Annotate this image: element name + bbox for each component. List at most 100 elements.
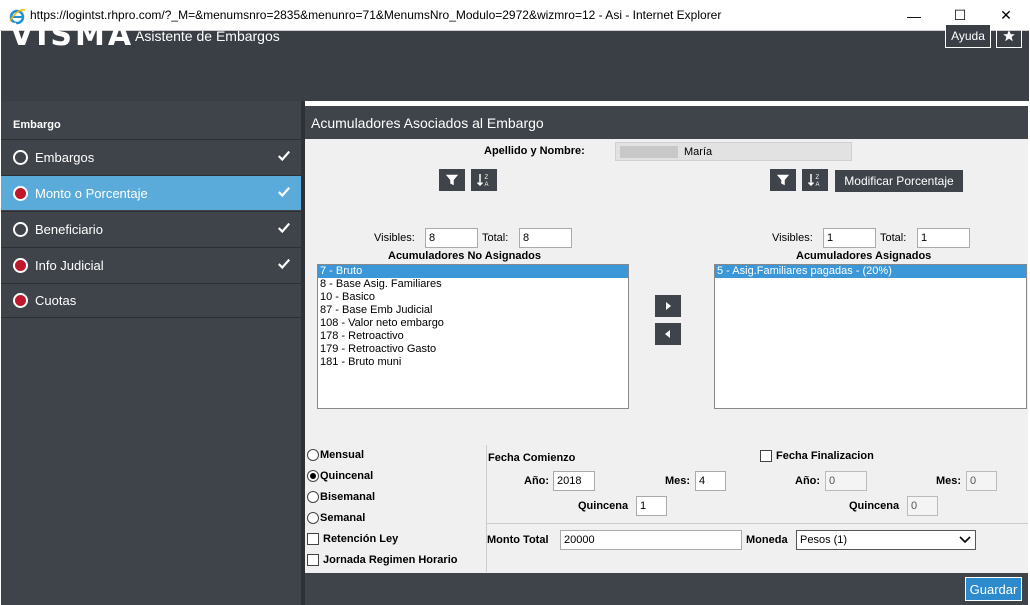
check-icon (277, 258, 291, 270)
start-month-label: Mes: (665, 475, 691, 487)
currency-label: Moneda (746, 534, 788, 546)
redacted-surname (620, 146, 678, 158)
start-year-input[interactable]: 2018 (553, 471, 595, 491)
minimize-button[interactable]: — (891, 0, 937, 31)
sort-za-icon: ZA (476, 174, 489, 188)
start-month-input[interactable]: 4 (695, 471, 726, 491)
list-item[interactable]: 108 - Valor neto embargo (318, 317, 628, 330)
name-value: María (684, 146, 713, 158)
favorite-button[interactable] (996, 24, 1022, 48)
app-title: Asistente de Embargos (135, 28, 280, 44)
sidebar-item-label: Beneficiario (35, 221, 103, 237)
filter-right-button[interactable] (770, 169, 796, 191)
left-total-input[interactable]: 8 (519, 228, 572, 248)
step-radio-icon (13, 185, 28, 201)
sidebar: Embargo Embargos Monto o Porcentaje Bene… (1, 101, 302, 605)
filter-icon (445, 174, 459, 186)
step-radio-icon (13, 293, 28, 308)
list-item[interactable]: 178 - Retroactivo (318, 330, 628, 343)
check-icon (277, 186, 291, 198)
sidebar-item-label: Info Judicial (35, 257, 104, 273)
start-quincena-label: Quincena (578, 500, 629, 512)
assigned-listbox[interactable]: 5 - Asig.Familiares pagadas - (20%) (714, 264, 1027, 409)
freq-label: Mensual (320, 449, 365, 461)
jornada-checkbox[interactable]: Jornada Regimen Horario (307, 554, 457, 566)
freq-mensual-option[interactable]: Mensual (307, 449, 364, 461)
right-list-title: Acumuladores Asignados (796, 250, 932, 262)
list-item[interactable]: 8 - Base Asig. Familiares (318, 278, 628, 291)
move-right-button[interactable] (655, 295, 681, 317)
start-year-label: Año: (524, 475, 550, 487)
filter-icon (776, 174, 790, 186)
end-month-input[interactable]: 0 (966, 471, 997, 491)
end-quincena-input[interactable]: 0 (907, 496, 938, 516)
sort-za-icon: ZA (807, 174, 820, 188)
left-list-title: Acumuladores No Asignados (388, 250, 542, 262)
sidebar-item-label: Cuotas (35, 293, 77, 308)
step-radio-icon (13, 257, 28, 273)
checkbox-icon (760, 450, 772, 462)
svg-text:A: A (485, 182, 489, 188)
sidebar-item-monto[interactable]: Monto o Porcentaje (1, 175, 301, 210)
arrow-right-icon (666, 302, 671, 310)
list-item[interactable]: 87 - Base Emb Judicial (318, 304, 628, 317)
amount-input[interactable]: 20000 (560, 530, 742, 550)
sidebar-item-beneficiario[interactable]: Beneficiario (1, 211, 301, 246)
visma-logo: VISMA (10, 18, 135, 53)
sidebar-item-cuotas[interactable]: Cuotas (1, 283, 301, 318)
right-visibles-input[interactable]: 1 (823, 228, 876, 248)
sidebar-item-embargos[interactable]: Embargos (1, 139, 301, 174)
star-icon (1003, 30, 1015, 42)
checkbox-icon (307, 554, 319, 566)
end-year-label: Año: (795, 475, 821, 487)
end-year-input[interactable]: 0 (825, 471, 867, 491)
start-quincena-input[interactable]: 1 (636, 496, 667, 516)
freq-label: Bisemanal (320, 491, 376, 503)
section-divider (486, 445, 487, 572)
name-label: Apellido y Nombre: (484, 145, 585, 157)
footer-bar (305, 573, 1028, 605)
check-icon (277, 150, 291, 162)
svg-text:Z: Z (485, 175, 489, 181)
modify-percentage-button[interactable]: Modificar Porcentaje (835, 170, 963, 192)
start-date-title: Fecha Comienzo (488, 452, 576, 464)
sidebar-item-label: Monto o Porcentaje (35, 185, 148, 201)
unassigned-listbox[interactable]: 7 - Bruto 8 - Base Asig. Familiares 10 -… (317, 264, 629, 409)
right-visibles-label: Visibles: (772, 232, 813, 244)
right-total-input[interactable]: 1 (917, 228, 970, 248)
move-left-button[interactable] (655, 323, 681, 345)
section-title: Acumuladores Asociados al Embargo (305, 106, 1028, 139)
step-radio-icon (13, 149, 28, 165)
freq-label: Quincenal (320, 470, 374, 482)
end-quincena-label: Quincena (849, 500, 900, 512)
step-radio-icon (13, 221, 28, 237)
save-button[interactable]: Guardar (965, 577, 1022, 601)
jornada-label: Jornada Regimen Horario (323, 554, 458, 566)
list-item[interactable]: 7 - Bruto (318, 265, 628, 278)
retencion-checkbox[interactable]: Retención Ley (307, 533, 398, 545)
list-item[interactable]: 10 - Basico (318, 291, 628, 304)
filter-left-button[interactable] (439, 169, 465, 191)
chevron-down-icon (959, 536, 971, 544)
name-field: María (615, 142, 852, 161)
arrow-left-icon (665, 330, 670, 338)
radio-icon (307, 512, 319, 524)
sort-left-button[interactable]: ZA (471, 169, 497, 191)
left-visibles-input[interactable]: 8 (425, 228, 478, 248)
left-total-label: Total: (482, 232, 509, 244)
list-item[interactable]: 181 - Bruto muni (318, 356, 628, 369)
help-button[interactable]: Ayuda (945, 24, 991, 48)
list-item[interactable]: 179 - Retroactivo Gasto (318, 343, 628, 356)
sort-right-button[interactable]: ZA (802, 169, 828, 191)
currency-select[interactable]: Pesos (1) (796, 530, 976, 550)
freq-bisemanal-option[interactable]: Bisemanal (307, 491, 375, 503)
sidebar-item-info-judicial[interactable]: Info Judicial (1, 247, 301, 282)
freq-quincenal-option[interactable]: Quincenal (307, 470, 373, 482)
sidebar-heading: Embargo (13, 119, 61, 131)
checkbox-icon (307, 533, 319, 545)
list-item[interactable]: 5 - Asig.Familiares pagadas - (20%) (715, 265, 1026, 278)
freq-semanal-option[interactable]: Semanal (307, 512, 365, 524)
svg-text:A: A (816, 182, 820, 188)
end-date-checkbox[interactable]: Fecha Finalizacion (760, 450, 874, 462)
check-icon (277, 222, 291, 234)
